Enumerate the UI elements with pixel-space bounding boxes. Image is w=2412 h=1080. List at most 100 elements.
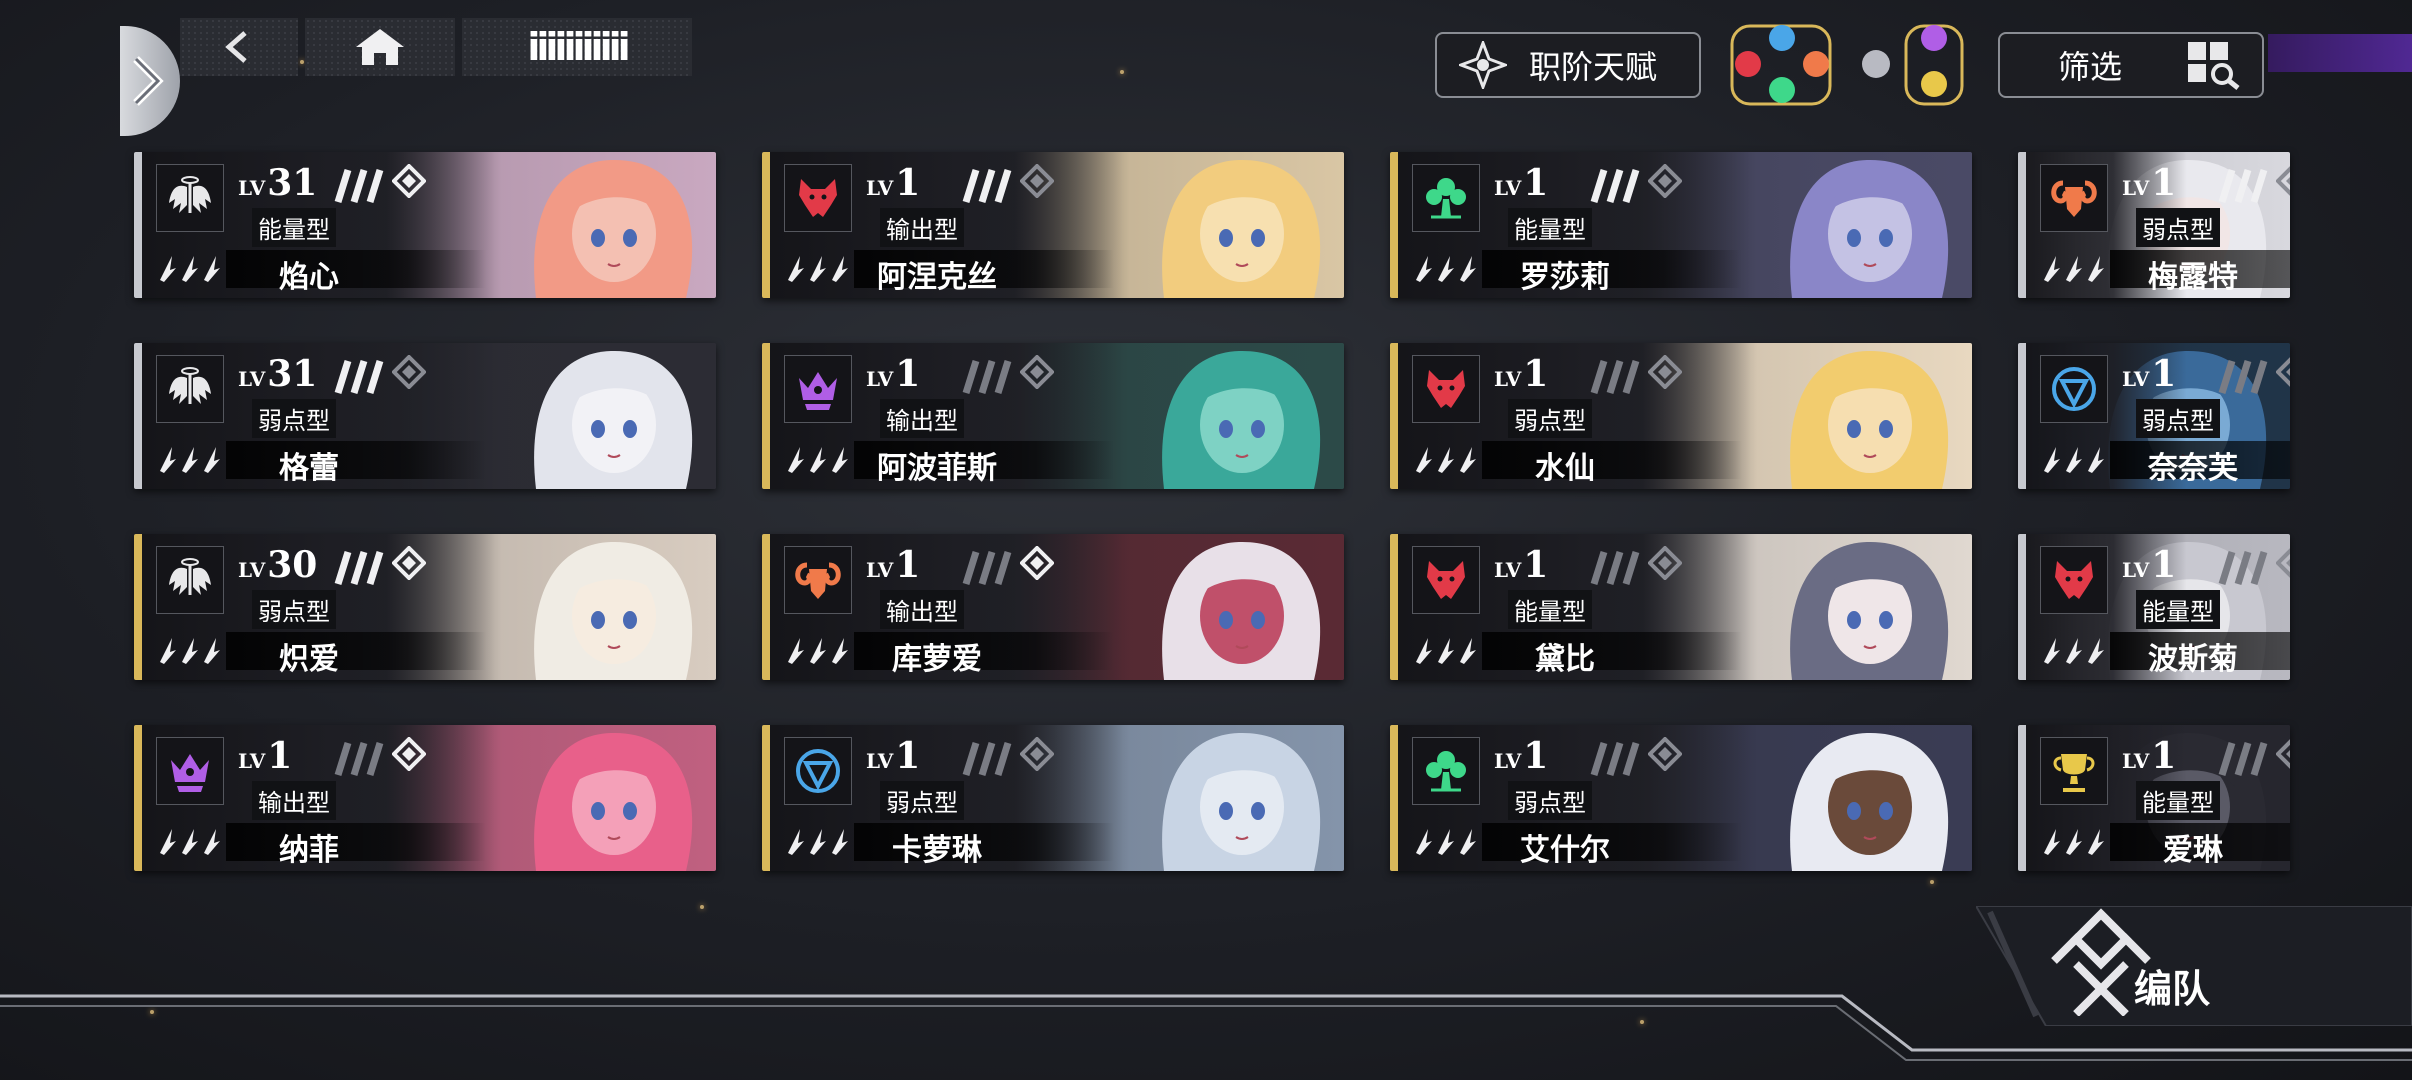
potential-diamond-icon <box>2276 166 2290 196</box>
character-name: 格蕾 <box>279 451 339 486</box>
potential-diamond-icon <box>1648 546 1682 580</box>
role-type-label: 弱点型 <box>1508 399 1592 438</box>
home-button[interactable] <box>305 18 455 76</box>
level-value: 1 <box>2151 544 2177 586</box>
rank-slashes-icon <box>2218 359 2268 395</box>
sparkle <box>300 60 304 64</box>
class-icon-wolf[interactable] <box>1735 51 1761 77</box>
filter-search-icon <box>2188 42 2240 90</box>
rank-slashes-icon <box>2218 168 2268 204</box>
character-card[interactable]: LV1 弱点型 卡萝琳 <box>762 725 1344 871</box>
level-value: 1 <box>1523 735 1549 777</box>
potential-diamond-icon <box>1020 546 1054 580</box>
role-type-label: 弱点型 <box>1508 781 1592 820</box>
character-card[interactable]: LV1 输出型 纳菲 <box>134 725 716 871</box>
class-icon-crown[interactable] <box>1921 25 1947 51</box>
rarity-stripe <box>134 343 142 489</box>
character-card[interactable]: LV1 弱点型 水仙 <box>1390 343 1972 489</box>
role-type-label: 能量型 <box>252 208 336 247</box>
potential-diamond-icon <box>2276 357 2290 387</box>
character-card[interactable]: LV1 输出型 阿波菲斯 <box>762 343 1344 489</box>
filter-button[interactable]: 筛选 <box>1998 32 2264 98</box>
class-icon-shield[interactable] <box>1769 25 1795 51</box>
chevron-right-icon <box>133 56 164 106</box>
rarity-stripe <box>1390 534 1398 680</box>
level-value: 30 <box>267 544 318 586</box>
level-value: 1 <box>895 735 921 777</box>
rank-slashes-icon <box>2218 550 2268 586</box>
level-label: LV1 <box>866 735 921 777</box>
character-card[interactable]: LV31 弱点型 格蕾 <box>134 343 716 489</box>
character-card[interactable]: LV30 弱点型 炽爱 <box>134 534 716 680</box>
level-value: 1 <box>2151 162 2177 204</box>
rarity-stripe <box>2018 343 2026 489</box>
character-card[interactable]: LV1 能量型 波斯菊 <box>2018 534 2290 680</box>
return-arrow-button[interactable] <box>180 18 298 76</box>
character-card[interactable]: LV31 能量型 焰心 <box>134 152 716 298</box>
role-type-label: 能量型 <box>2136 781 2220 820</box>
rarity-stripe <box>134 534 142 680</box>
role-type-label: 弱点型 <box>2136 208 2220 247</box>
level-value: 1 <box>1523 544 1549 586</box>
shield-icon <box>2040 355 2108 423</box>
character-card[interactable]: LV1 能量型 罗莎莉 <box>1390 152 1972 298</box>
character-card[interactable]: LV1 弱点型 梅露特 <box>2018 152 2290 298</box>
trophy-icon <box>2040 737 2108 805</box>
level-value: 1 <box>1523 353 1549 395</box>
class-icon-wings[interactable] <box>1862 50 1890 78</box>
character-card[interactable]: LV1 能量型 黛比 <box>1390 534 1972 680</box>
rarity-stars-icon <box>1416 829 1476 855</box>
filter-label: 筛选 <box>2058 48 2123 86</box>
character-card[interactable]: LV1 输出型 阿涅克丝 <box>762 152 1344 298</box>
character-name: 纳菲 <box>279 833 339 868</box>
wings-icon <box>156 164 224 232</box>
rank-slashes-icon <box>962 550 1012 586</box>
class-icon-tree[interactable] <box>1769 77 1795 103</box>
character-name: 艾什尔 <box>1520 833 1610 868</box>
back-button[interactable] <box>120 26 180 136</box>
character-name: 爱琳 <box>2163 833 2223 868</box>
level-label: LV31 <box>238 162 318 204</box>
character-name: 焰心 <box>279 260 339 295</box>
class-filter-wheel[interactable] <box>1730 22 2012 108</box>
character-card[interactable]: LV1 弱点型 奈奈芙 <box>2018 343 2290 489</box>
role-type-label: 弱点型 <box>252 590 336 629</box>
class-talent-button[interactable]: 职阶天赋 <box>1435 32 1701 98</box>
role-type-label: 能量型 <box>1508 590 1592 629</box>
rank-slashes-icon <box>334 741 384 777</box>
rarity-stripe <box>2018 152 2026 298</box>
team-formation-button[interactable]: 编队 <box>1976 906 2412 1026</box>
level-label: LV30 <box>238 544 318 586</box>
rank-slashes-icon <box>1590 550 1640 586</box>
sparkle <box>1120 70 1124 74</box>
class-icon-trophy[interactable] <box>1921 71 1947 97</box>
arrow-left-icon <box>225 31 247 63</box>
level-label: LV1 <box>1494 162 1549 204</box>
character-card[interactable]: LV1 弱点型 艾什尔 <box>1390 725 1972 871</box>
level-label: LV1 <box>1494 544 1549 586</box>
role-type-label: 输出型 <box>252 781 336 820</box>
character-card[interactable]: LV1 输出型 库萝爱 <box>762 534 1344 680</box>
character-name: 奈奈芙 <box>2148 451 2238 486</box>
character-name: 阿波菲斯 <box>877 451 997 486</box>
level-label: LV1 <box>866 162 921 204</box>
rank-slashes-icon <box>1590 359 1640 395</box>
rarity-stripe <box>762 152 770 298</box>
rank-slashes-icon <box>962 168 1012 204</box>
level-value: 1 <box>895 162 921 204</box>
rank-slashes-icon <box>2218 741 2268 777</box>
potential-diamond-icon <box>1648 164 1682 198</box>
rank-slashes-icon <box>962 741 1012 777</box>
level-value: 31 <box>267 353 318 395</box>
ram-icon <box>784 546 852 614</box>
potential-diamond-icon <box>2276 548 2290 578</box>
class-icon-ram[interactable] <box>1803 51 1829 77</box>
level-label: LV1 <box>1494 735 1549 777</box>
rarity-stars-icon <box>1416 447 1476 473</box>
character-card[interactable]: LV1 能量型 爱琳 <box>2018 725 2290 871</box>
potential-diamond-icon <box>1020 164 1054 198</box>
potential-diamond-icon <box>1020 355 1054 389</box>
role-type-label: 输出型 <box>880 399 964 438</box>
crown-icon <box>156 737 224 805</box>
character-name: 水仙 <box>1535 451 1595 486</box>
